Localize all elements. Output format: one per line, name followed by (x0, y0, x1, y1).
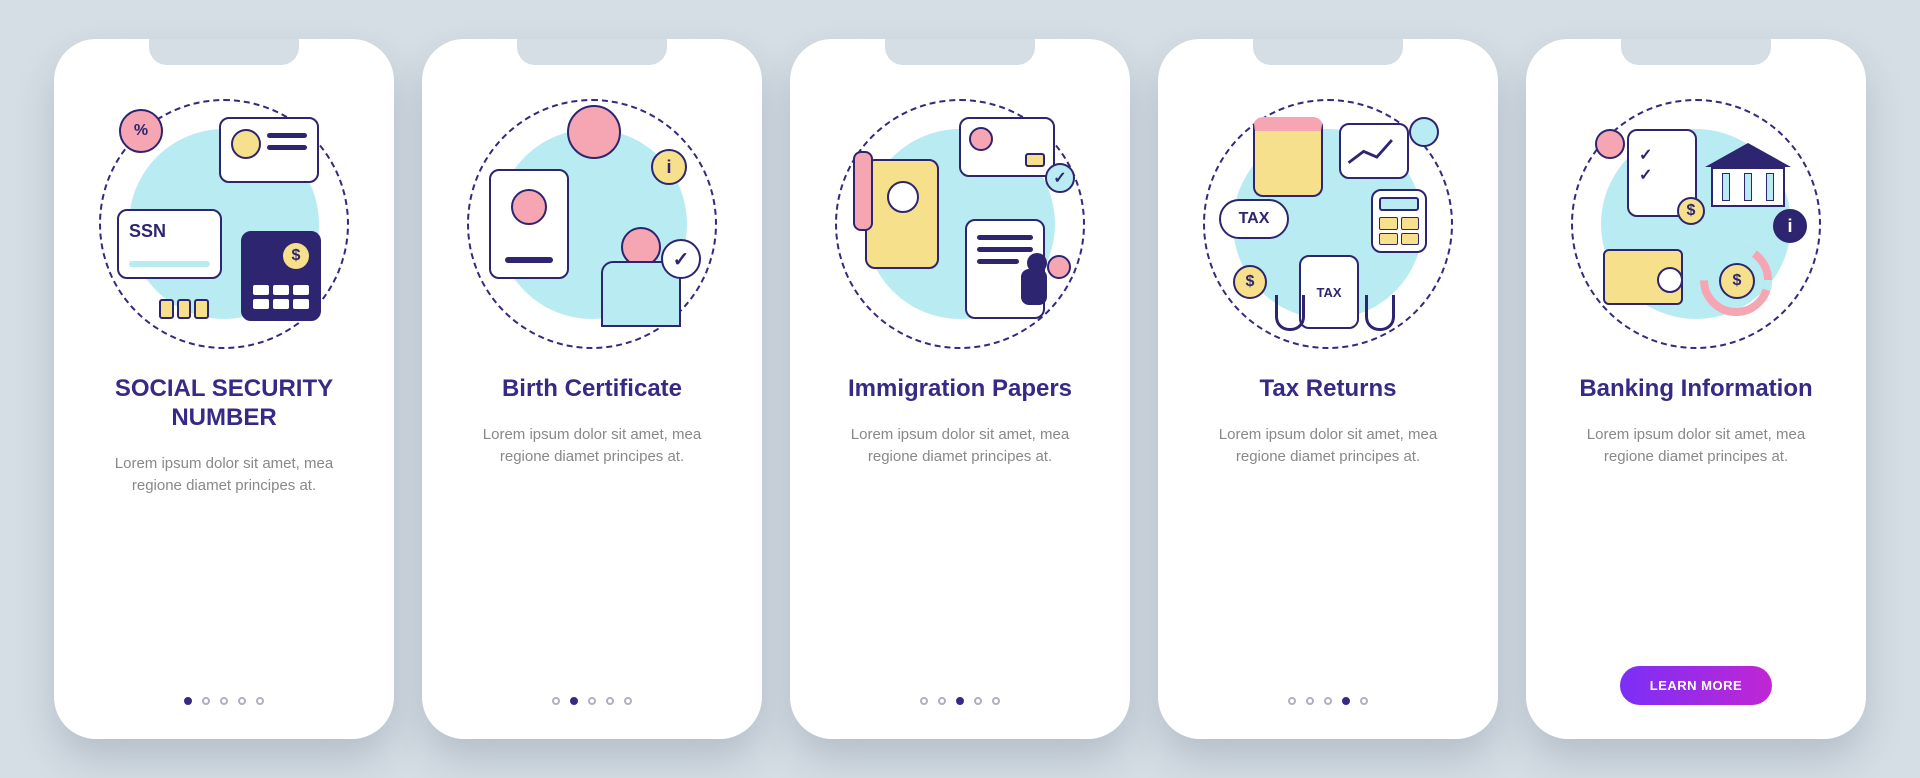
dot[interactable] (1288, 697, 1296, 705)
check-icon: ✓ (661, 239, 701, 279)
clock-icon (1595, 129, 1625, 159)
phone-notch (885, 39, 1035, 65)
dot[interactable] (184, 697, 192, 705)
illustration-ssn: % SSN $ (99, 99, 349, 349)
magnifier-icon (1657, 267, 1683, 293)
dot[interactable] (920, 697, 928, 705)
slide-title: Banking Information (1579, 375, 1812, 404)
hand-right-icon (1365, 295, 1395, 331)
illustration-tax: TAX $ TAX (1203, 99, 1453, 349)
dot[interactable] (220, 697, 228, 705)
slide-title: Birth Certificate (502, 375, 682, 404)
pagination-dots (552, 697, 632, 711)
slide-desc: Lorem ipsum dolor sit amet, mea regione … (84, 453, 364, 498)
phone-notch (1621, 39, 1771, 65)
coins-icon (159, 299, 209, 319)
slide-title: SOCIAL SECURITY NUMBER (84, 375, 364, 433)
slide-desc: Lorem ipsum dolor sit amet, mea regione … (1556, 424, 1836, 469)
dot[interactable] (1306, 697, 1314, 705)
dot[interactable] (624, 697, 632, 705)
phone-immigration: ✓ Immigration Papers Lorem ipsum dolor s… (790, 39, 1130, 739)
hand-left-icon (1275, 295, 1305, 331)
onboarding-row: % SSN $ SOCIAL SECURITY NUMBER Lorem ips… (54, 39, 1866, 739)
dot[interactable] (588, 697, 596, 705)
dot[interactable] (1360, 697, 1368, 705)
slide-title: Tax Returns (1260, 375, 1397, 404)
dot[interactable] (974, 697, 982, 705)
phone-banking: ✓✓$ i $ Banking Information Lorem ipsum … (1526, 39, 1866, 739)
dot[interactable] (1342, 697, 1350, 705)
slide-desc: Lorem ipsum dolor sit amet, mea regione … (452, 424, 732, 469)
dot[interactable] (202, 697, 210, 705)
illustration-birth: i ✓ (467, 99, 717, 349)
illustration-banking: ✓✓$ i $ (1571, 99, 1821, 349)
phone-notch (1253, 39, 1403, 65)
percent-icon: % (134, 122, 148, 140)
dot[interactable] (238, 697, 246, 705)
phone-notch (149, 39, 299, 65)
phone-tax: TAX $ TAX Tax Returns Lorem ipsum dolor … (1158, 39, 1498, 739)
illustration-immigration: ✓ (835, 99, 1085, 349)
learn-more-button[interactable]: LEARN MORE (1620, 666, 1772, 705)
info-icon: i (651, 149, 687, 185)
dot[interactable] (938, 697, 946, 705)
dot[interactable] (606, 697, 614, 705)
dot[interactable] (570, 697, 578, 705)
dot[interactable] (992, 697, 1000, 705)
calculator-icon (1371, 189, 1427, 253)
pagination-dots (1288, 697, 1368, 711)
pagination-dots (184, 697, 264, 711)
phone-notch (517, 39, 667, 65)
pagination-dots (920, 697, 1000, 711)
phone-ssn: % SSN $ SOCIAL SECURITY NUMBER Lorem ips… (54, 39, 394, 739)
slide-title: Immigration Papers (848, 375, 1072, 404)
traveler-icon (1017, 253, 1067, 313)
slide-desc: Lorem ipsum dolor sit amet, mea regione … (1188, 424, 1468, 469)
baby-icon (567, 105, 621, 159)
passport-icon (865, 159, 939, 269)
tax-badge: TAX (1219, 199, 1289, 239)
dot[interactable] (1324, 697, 1332, 705)
slide-desc: Lorem ipsum dolor sit amet, mea regione … (820, 424, 1100, 469)
dot[interactable] (256, 697, 264, 705)
phone-birth: i ✓ Birth Certificate Lorem ipsum dolor … (422, 39, 762, 739)
dot[interactable] (956, 697, 964, 705)
magnifier-icon (1409, 117, 1439, 147)
ssn-card-label: SSN (129, 221, 166, 242)
dot[interactable] (552, 697, 560, 705)
bank-icon (1705, 143, 1791, 215)
